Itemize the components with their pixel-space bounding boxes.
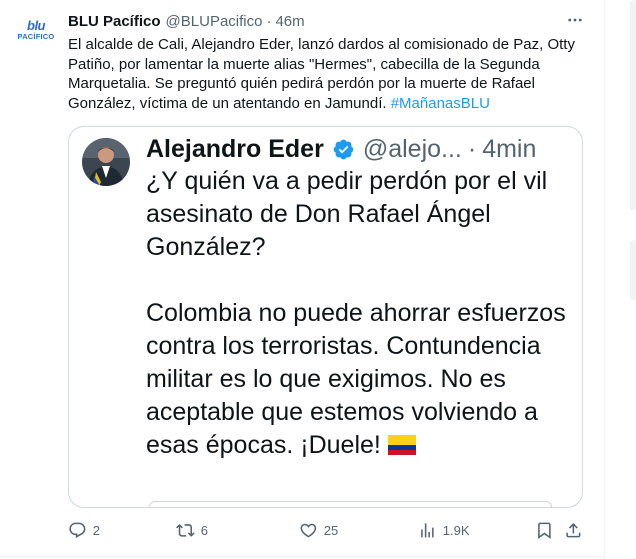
quoted-author-avatar [82, 138, 130, 186]
verified-badge-icon [332, 138, 355, 161]
quoted-post-header: Alejandro Eder @alejo... · 4min [146, 131, 536, 167]
reply-icon [69, 522, 86, 538]
views-count: 1.9K [442, 522, 470, 538]
bookmark-button[interactable] [535, 518, 554, 542]
colombia-flag-icon [387, 435, 416, 455]
quoted-author-name: Alejandro Eder [146, 134, 324, 163]
quoted-post-text: ¿Y quién va a pedir perdón por el vil as… [146, 165, 576, 462]
side-panel-edge [630, 0, 636, 210]
avatar[interactable]: blu PACÍFICO [16, 10, 56, 50]
share-button[interactable] [564, 518, 583, 542]
post-divider [0, 556, 605, 557]
bookmark-icon [538, 522, 551, 539]
views-button[interactable]: 1.9K [418, 518, 470, 542]
hashtag-link[interactable]: #MañanasBLU [391, 95, 490, 112]
repost-count: 6 [200, 522, 208, 538]
share-icon [566, 522, 581, 538]
heart-icon [300, 523, 317, 538]
analytics-icon [421, 522, 434, 538]
quoted-post-body: ¿Y quién va a pedir perdón por el vil as… [146, 167, 566, 459]
action-bar: 2 6 25 1.9K [68, 518, 583, 542]
quoted-post-card[interactable]: Alejandro Eder @alejo... · 4min ¿Y quién… [68, 126, 583, 508]
quoted-post-timestamp: 4min [482, 134, 537, 163]
like-count: 25 [323, 522, 339, 538]
post-text: El alcalde de Cali, Alejandro Eder, lanz… [68, 35, 596, 114]
scrollbar-thumb[interactable] [630, 240, 636, 300]
pacifico-logo-text: PACÍFICO [17, 31, 55, 41]
reply-button[interactable]: 2 [68, 518, 100, 542]
reply-count: 2 [92, 522, 100, 538]
timeline-feed: blu PACÍFICO BLU Pacífico @BLUPacifico ·… [0, 0, 605, 559]
post-body: El alcalde de Cali, Alejandro Eder, lanz… [68, 36, 575, 113]
like-button[interactable]: 25 [299, 518, 338, 542]
blu-logo-text: blu [27, 17, 46, 33]
repost-icon [176, 523, 195, 537]
separator-dot: · [467, 134, 477, 163]
repost-button[interactable]: 6 [176, 518, 208, 542]
post-header: BLU Pacífico @BLUPacifico · 46m [68, 11, 305, 31]
more-options-button[interactable] [562, 9, 588, 31]
separator-dot: · [266, 12, 272, 30]
quoted-media-edge [149, 501, 552, 507]
author-name[interactable]: BLU Pacífico [68, 13, 161, 30]
post-timestamp[interactable]: 46m [275, 13, 304, 30]
quoted-author-handle: @alejo... [362, 134, 462, 163]
more-horizontal-icon [568, 18, 582, 22]
author-handle[interactable]: @BLUPacifico [166, 13, 263, 30]
